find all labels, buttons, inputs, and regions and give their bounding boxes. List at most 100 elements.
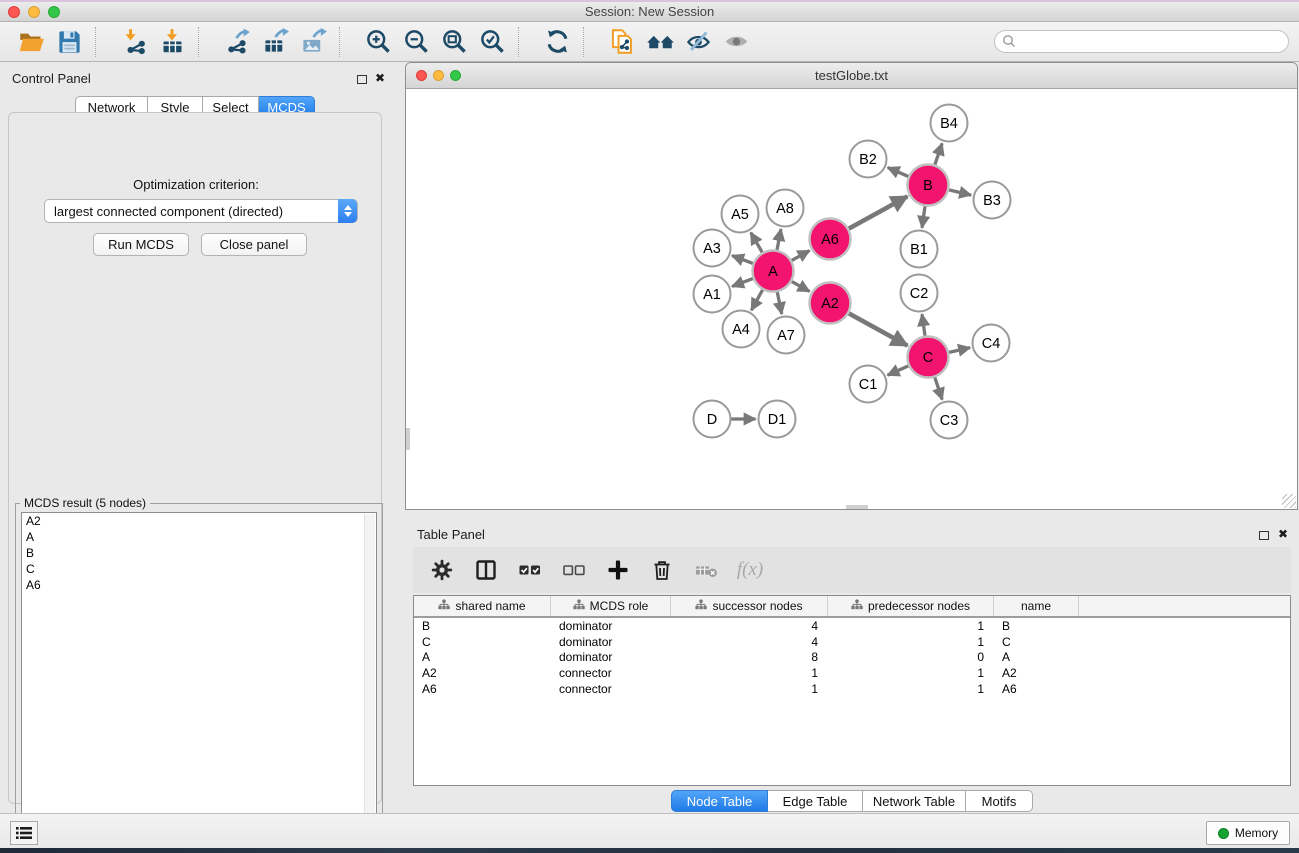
unselect-columns-icon[interactable]: [559, 555, 589, 585]
graph-edge-A-A3[interactable]: [732, 256, 753, 264]
minimize-window-button[interactable]: [28, 6, 40, 18]
show-all-networks-icon[interactable]: [641, 26, 679, 58]
tab-node-table[interactable]: Node Table: [671, 790, 768, 812]
export-table-icon[interactable]: [256, 26, 294, 58]
graph-node-a7[interactable]: A7: [768, 317, 805, 354]
table-cell[interactable]: 1: [828, 681, 994, 697]
table-cell[interactable]: connector: [551, 681, 671, 697]
tab-motifs[interactable]: Motifs: [966, 790, 1033, 812]
table-cell[interactable]: 4: [671, 634, 828, 650]
zoom-out-icon[interactable]: [397, 26, 435, 58]
graph-node-b3[interactable]: B3: [974, 182, 1011, 219]
graph-edge-A6-B[interactable]: [849, 196, 908, 228]
hide-selected-icon[interactable]: [679, 26, 717, 58]
graph-edge-B-B2[interactable]: [888, 168, 909, 177]
search-input[interactable]: [994, 30, 1289, 53]
zoom-window-button[interactable]: [48, 6, 60, 18]
graph-node-c1[interactable]: C1: [850, 366, 887, 403]
table-cell[interactable]: dominator: [551, 618, 671, 634]
graph-edge-C-C3[interactable]: [935, 377, 942, 399]
graph-node-c3[interactable]: C3: [931, 402, 968, 439]
table-cell[interactable]: 0: [828, 650, 994, 666]
table-cell[interactable]: dominator: [551, 634, 671, 650]
table-cell[interactable]: A2: [994, 665, 1079, 681]
column-header-predecessor-nodes[interactable]: predecessor nodes: [828, 596, 994, 616]
mcds-result-list[interactable]: A2ABCA6: [21, 512, 377, 837]
optimization-criterion-select[interactable]: largest connected component (directed): [44, 199, 358, 223]
table-cell[interactable]: A6: [414, 681, 551, 697]
import-network-icon[interactable]: [115, 26, 153, 58]
graph-node-a4[interactable]: A4: [723, 311, 760, 348]
table-row[interactable]: Bdominator41B: [414, 618, 1290, 634]
graph-node-a[interactable]: A: [753, 251, 794, 292]
graph-edge-C-C1[interactable]: [888, 366, 909, 375]
graph-node-a3[interactable]: A3: [694, 230, 731, 267]
zoom-selected-icon[interactable]: [473, 26, 511, 58]
graph-node-b[interactable]: B: [908, 165, 949, 206]
close-window-button[interactable]: [8, 6, 20, 18]
graph-edge-A-A5[interactable]: [751, 233, 762, 253]
graph-edge-A-A4[interactable]: [751, 290, 762, 310]
result-item-c[interactable]: C: [22, 562, 376, 578]
table-cell[interactable]: B: [414, 618, 551, 634]
table-cell[interactable]: A: [994, 650, 1079, 666]
graph-edge-A-A1[interactable]: [732, 279, 753, 287]
column-header-shared-name[interactable]: shared name: [414, 596, 551, 616]
graph-node-c4[interactable]: C4: [973, 325, 1010, 362]
graph-edge-C-C4[interactable]: [949, 348, 970, 353]
table-cell[interactable]: 1: [828, 634, 994, 650]
table-cell[interactable]: A6: [994, 681, 1079, 697]
graph-edge-C-C2[interactable]: [922, 314, 925, 335]
split-columns-icon[interactable]: [471, 555, 501, 585]
network-vscroll-indicator[interactable]: [406, 428, 410, 450]
export-network-icon[interactable]: [218, 26, 256, 58]
delete-column-icon[interactable]: [647, 555, 677, 585]
import-table-icon[interactable]: [153, 26, 191, 58]
zoom-fit-icon[interactable]: [435, 26, 473, 58]
table-settings-icon[interactable]: [427, 555, 457, 585]
refresh-icon[interactable]: [538, 26, 576, 58]
column-header-name[interactable]: name: [994, 596, 1079, 616]
graph-node-c[interactable]: C: [908, 337, 949, 378]
graph-edge-A2-C[interactable]: [849, 313, 908, 345]
table-cell[interactable]: C: [994, 634, 1079, 650]
column-header-MCDS-role[interactable]: MCDS role: [551, 596, 671, 616]
graph-edge-A-A7[interactable]: [777, 292, 781, 314]
graph-node-d1[interactable]: D1: [759, 401, 796, 438]
save-session-icon[interactable]: [50, 26, 88, 58]
table-panel-close-icon[interactable]: ✖: [1278, 527, 1288, 541]
graph-node-a1[interactable]: A1: [694, 276, 731, 313]
memory-button[interactable]: Memory: [1206, 821, 1290, 845]
add-column-icon[interactable]: [603, 555, 633, 585]
graph-node-c2[interactable]: C2: [901, 275, 938, 312]
network-minimize-button[interactable]: [433, 70, 444, 81]
table-cell[interactable]: B: [994, 618, 1079, 634]
select-columns-icon[interactable]: [515, 555, 545, 585]
graph-node-a6[interactable]: A6: [810, 219, 851, 260]
graph-node-d[interactable]: D: [694, 401, 731, 438]
table-cell[interactable]: connector: [551, 665, 671, 681]
run-mcds-button[interactable]: Run MCDS: [93, 233, 189, 256]
table-row[interactable]: A2connector11A2: [414, 665, 1290, 681]
table-row[interactable]: A6connector11A6: [414, 681, 1290, 697]
table-row[interactable]: Cdominator41C: [414, 634, 1290, 650]
graph-node-b1[interactable]: B1: [901, 231, 938, 268]
table-cell[interactable]: A: [414, 650, 551, 666]
network-window-titlebar[interactable]: testGlobe.txt: [406, 63, 1297, 89]
result-list-scrollbar[interactable]: [364, 514, 375, 837]
network-canvas[interactable]: B4B2BB3A5A8A6A3B1AA1A2C2A4A7C4CC1C3DD1: [406, 90, 1297, 509]
clone-network-icon[interactable]: [603, 26, 641, 58]
table-row[interactable]: Adominator80A: [414, 650, 1290, 666]
table-cell[interactable]: 1: [671, 665, 828, 681]
table-cell[interactable]: 1: [828, 665, 994, 681]
result-item-a[interactable]: A: [22, 529, 376, 545]
graph-edge-B-B4[interactable]: [935, 143, 942, 164]
result-item-a6[interactable]: A6: [22, 578, 376, 594]
control-panel-close-icon[interactable]: ✖: [375, 71, 385, 85]
graph-node-a5[interactable]: A5: [722, 196, 759, 233]
network-resize-grip[interactable]: [1282, 494, 1296, 508]
table-panel-float-icon[interactable]: [1259, 531, 1269, 540]
table-cell[interactable]: A2: [414, 665, 551, 681]
zoom-in-icon[interactable]: [359, 26, 397, 58]
export-image-icon[interactable]: [294, 26, 332, 58]
